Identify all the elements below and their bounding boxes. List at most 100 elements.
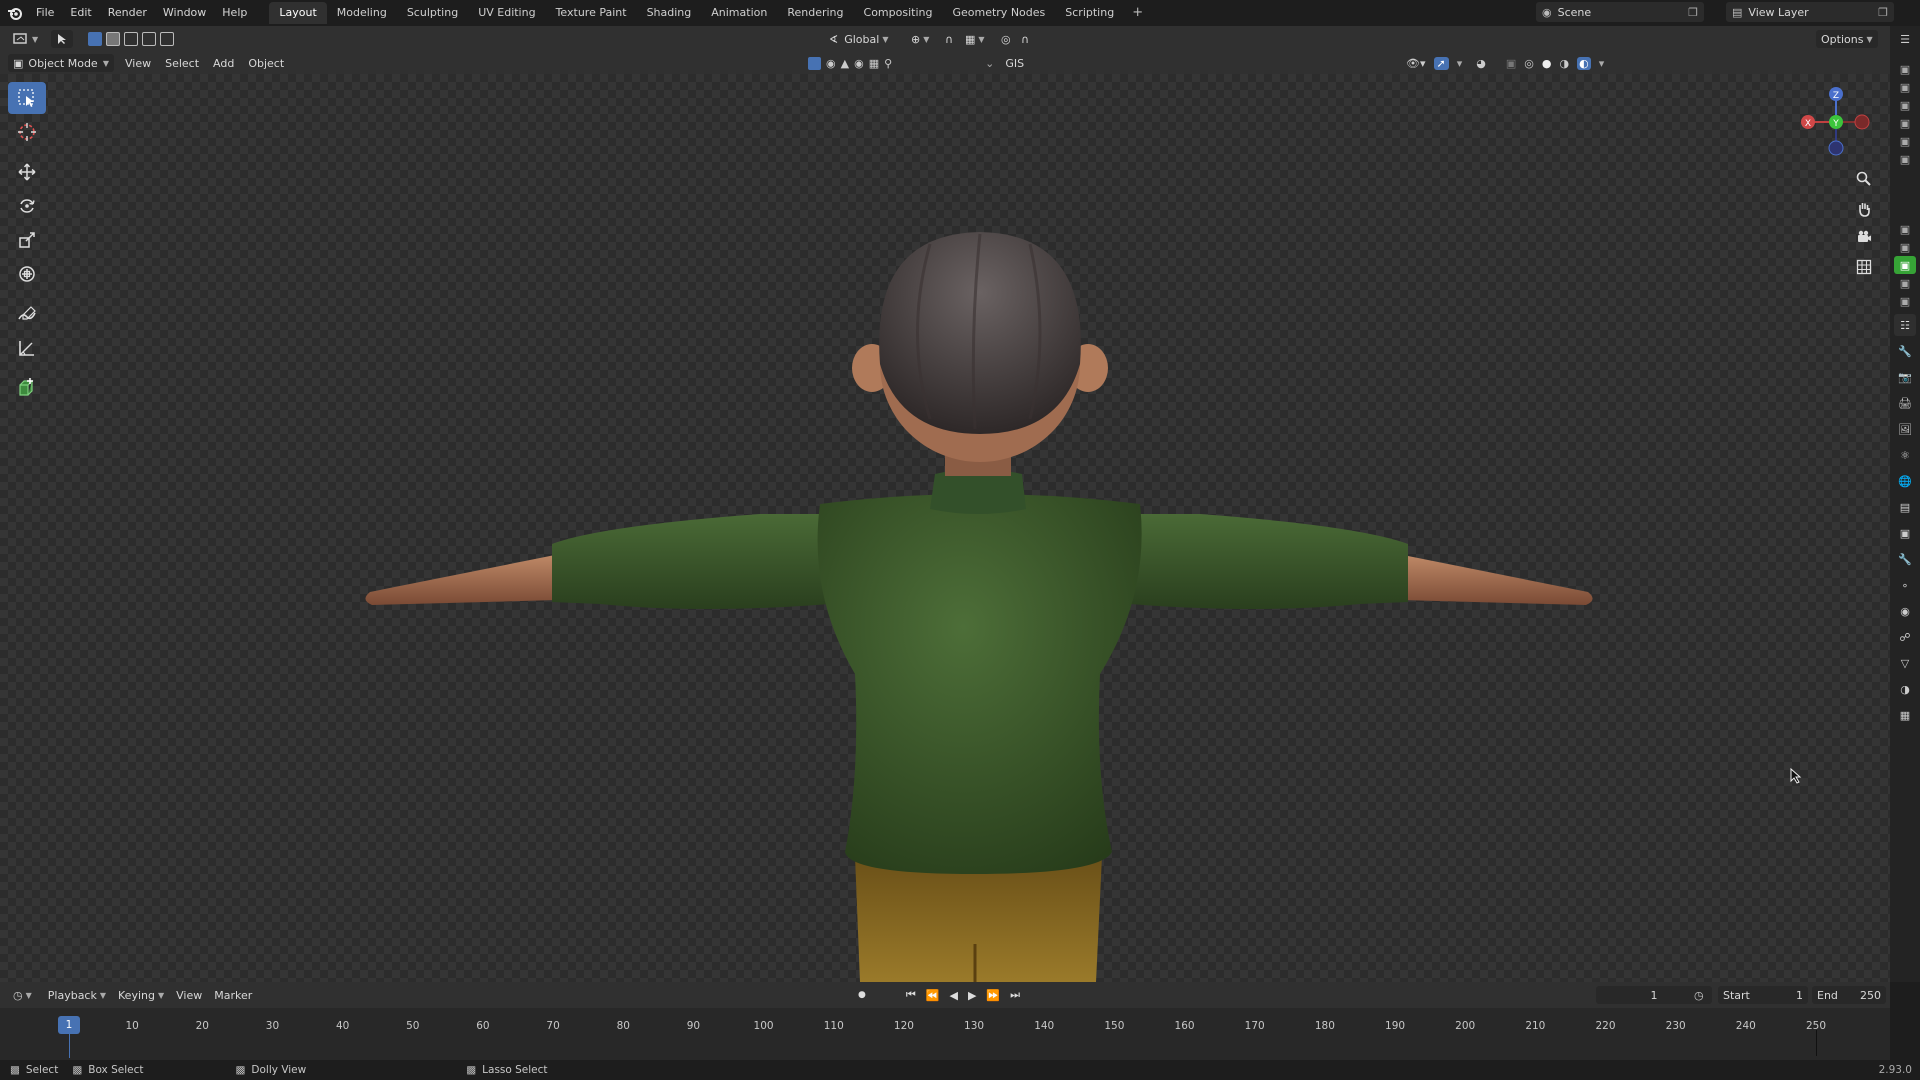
modifier-properties-icon[interactable]: 🔧 bbox=[1894, 548, 1916, 570]
render-camera-toggle-10[interactable]: ▣ bbox=[1894, 292, 1916, 310]
particle-properties-icon[interactable]: ∘ bbox=[1894, 574, 1916, 596]
tab-uv-editing[interactable]: UV Editing bbox=[468, 2, 545, 24]
blender-logo-icon[interactable] bbox=[2, 0, 28, 26]
preview-range-icon[interactable]: ◷ bbox=[1694, 989, 1704, 1002]
perspective-grid-icon[interactable] bbox=[1851, 254, 1877, 280]
current-frame-marker[interactable]: 1 bbox=[58, 1016, 80, 1034]
properties-editor-icon[interactable]: ☷ bbox=[1894, 314, 1916, 336]
tab-geometry-nodes[interactable]: Geometry Nodes bbox=[942, 2, 1055, 24]
invert-selection-icon[interactable] bbox=[142, 32, 157, 46]
3d-viewport[interactable]: Z X Y bbox=[0, 74, 1890, 982]
tab-shading[interactable]: Shading bbox=[637, 2, 702, 24]
render-camera-toggle-3[interactable]: ▣ bbox=[1894, 96, 1916, 114]
outliner-toggle-icon[interactable]: ☰ bbox=[1894, 28, 1916, 50]
menu-help[interactable]: Help bbox=[214, 2, 255, 24]
view-layer-properties-icon[interactable]: 🖼 bbox=[1894, 418, 1916, 440]
marker-menu[interactable]: Marker bbox=[209, 986, 257, 1004]
editor-type-icon[interactable]: ▼ bbox=[8, 30, 43, 48]
timeline-view-menu[interactable]: View bbox=[171, 986, 207, 1004]
gis-menu[interactable]: GIS bbox=[1005, 57, 1024, 70]
rotate-tool-icon[interactable] bbox=[8, 190, 46, 222]
pivot-point-dropdown[interactable]: ⊕ ▼ bbox=[906, 30, 934, 48]
tab-sculpting[interactable]: Sculpting bbox=[397, 2, 468, 24]
menu-window[interactable]: Window bbox=[155, 2, 214, 24]
tab-rendering[interactable]: Rendering bbox=[777, 2, 853, 24]
render-camera-toggle-6[interactable]: ▣ bbox=[1894, 150, 1916, 168]
addon-icon-1[interactable] bbox=[808, 56, 821, 70]
tab-animation[interactable]: Animation bbox=[701, 2, 777, 24]
record-keyframe-icon[interactable]: ● bbox=[858, 990, 866, 1000]
playback-menu[interactable]: Playback ▼ bbox=[43, 986, 111, 1004]
character-model[interactable] bbox=[0, 74, 1890, 982]
annotate-tool-icon[interactable] bbox=[8, 298, 46, 330]
render-camera-toggle-8[interactable]: ▣ bbox=[1894, 238, 1916, 256]
visibility-dropdown-icon[interactable]: 👁▾ bbox=[1406, 57, 1426, 70]
view-layer-selector[interactable]: ▤ View Layer ❐ bbox=[1726, 2, 1894, 22]
menu-file[interactable]: File bbox=[28, 2, 62, 24]
copy-view-layer-icon[interactable]: ❐ bbox=[1878, 6, 1888, 19]
menu-edit[interactable]: Edit bbox=[62, 2, 99, 24]
addon-icon-3[interactable]: ▲ bbox=[841, 57, 849, 70]
scene-selector[interactable]: ◉ Scene ❐ bbox=[1536, 2, 1704, 22]
tab-modeling[interactable]: Modeling bbox=[327, 2, 397, 24]
menu-object[interactable]: Object bbox=[243, 54, 289, 72]
material-properties-icon[interactable]: ◑ bbox=[1894, 678, 1916, 700]
timeline-editor-type-icon[interactable]: ◷ ▼ bbox=[8, 986, 37, 1004]
active-tool-icon[interactable] bbox=[51, 30, 74, 48]
keying-menu[interactable]: Keying ▼ bbox=[113, 986, 169, 1004]
tab-scripting[interactable]: Scripting bbox=[1055, 2, 1124, 24]
menu-add[interactable]: Add bbox=[208, 54, 239, 72]
render-camera-toggle-5[interactable]: ▣ bbox=[1894, 132, 1916, 150]
xray-toggle-icon[interactable]: ▣ bbox=[1506, 57, 1516, 70]
data-properties-icon[interactable]: ▽ bbox=[1894, 652, 1916, 674]
options-dropdown[interactable]: Options ▼ bbox=[1816, 30, 1878, 48]
select-box-tool-icon[interactable] bbox=[8, 82, 46, 114]
addon-search-icon[interactable]: ⚲ bbox=[884, 57, 892, 70]
render-camera-toggle-4[interactable]: ▣ bbox=[1894, 114, 1916, 132]
pan-hand-icon[interactable] bbox=[1851, 196, 1877, 222]
zoom-view-icon[interactable] bbox=[1851, 166, 1877, 192]
move-tool-icon[interactable] bbox=[8, 156, 46, 188]
snap-target-dropdown[interactable]: ▦ ▼ bbox=[960, 30, 990, 48]
render-camera-toggle-9[interactable]: ▣ bbox=[1894, 274, 1916, 292]
tool-properties-icon[interactable]: 🔧 bbox=[1894, 340, 1916, 362]
jump-to-next-keyframe-icon[interactable]: ⏩ bbox=[986, 989, 1000, 1002]
end-frame-field[interactable]: End 250 bbox=[1812, 986, 1886, 1004]
timeline-ruler[interactable]: 10 20 30 40 50 60 70 80 90 100 110 120 130 140 150 160 1… bbox=[0, 1008, 1890, 1068]
transform-tool-icon[interactable] bbox=[8, 258, 46, 290]
tab-compositing[interactable]: Compositing bbox=[854, 2, 943, 24]
gizmo-toggle-icon[interactable]: ➚ bbox=[1433, 56, 1449, 70]
scene-properties-icon[interactable]: ⚛ bbox=[1894, 444, 1916, 466]
falloff-dropdown[interactable]: ∩ bbox=[1016, 30, 1034, 48]
addon-icon-2[interactable]: ◉ bbox=[826, 57, 836, 70]
gizmo-dropdown-icon[interactable]: ▾ bbox=[1457, 57, 1463, 70]
object-properties-icon[interactable]: ▣ bbox=[1894, 522, 1916, 544]
addon-icon-4[interactable]: ◉ bbox=[854, 57, 864, 70]
cursor-tool-icon[interactable] bbox=[8, 116, 46, 148]
jump-to-start-icon[interactable]: ⏮ bbox=[906, 988, 916, 1002]
physics-properties-icon[interactable]: ◉ bbox=[1894, 600, 1916, 622]
wireframe-shading-icon[interactable]: ◎ bbox=[1524, 57, 1534, 70]
addon-icon-5[interactable]: ▦ bbox=[869, 57, 879, 70]
set-new-selection-icon[interactable] bbox=[88, 32, 103, 46]
jump-to-prev-keyframe-icon[interactable]: ⏪ bbox=[926, 989, 940, 1002]
play-reverse-icon[interactable]: ◀ bbox=[949, 989, 957, 1002]
render-camera-toggle-2[interactable]: ▣ bbox=[1894, 78, 1916, 96]
play-icon[interactable]: ▶ bbox=[968, 989, 976, 1002]
proportional-edit-toggle[interactable]: ◎ bbox=[996, 30, 1016, 48]
menu-select[interactable]: Select bbox=[160, 54, 204, 72]
extend-selection-icon[interactable] bbox=[106, 32, 121, 46]
constraint-properties-icon[interactable]: ☍ bbox=[1894, 626, 1916, 648]
solid-shading-icon[interactable]: ● bbox=[1542, 57, 1552, 70]
add-cube-tool-icon[interactable] bbox=[8, 372, 46, 404]
output-properties-icon[interactable]: 🖨 bbox=[1894, 392, 1916, 414]
tab-texture-paint[interactable]: Texture Paint bbox=[546, 2, 637, 24]
collection-properties-icon[interactable]: ▤ bbox=[1894, 496, 1916, 518]
addon-expand-icon[interactable]: ⌄ bbox=[985, 57, 994, 70]
menu-view[interactable]: View bbox=[120, 54, 156, 72]
transform-orientation-dropdown[interactable]: ∢ Global ▼ bbox=[824, 30, 893, 48]
overlays-toggle-icon[interactable]: ◕ bbox=[1476, 57, 1486, 70]
scale-tool-icon[interactable] bbox=[8, 224, 46, 256]
object-mode-dropdown[interactable]: ▣ Object Mode ▼ bbox=[8, 54, 114, 72]
render-camera-toggle-7[interactable]: ▣ bbox=[1894, 220, 1916, 238]
